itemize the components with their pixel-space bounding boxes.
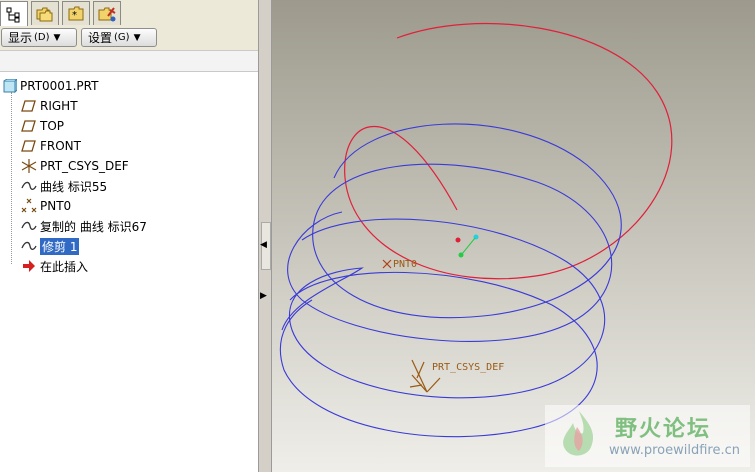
watermark: 野火论坛 www.proewildfire.cn <box>545 405 750 467</box>
navigator-panel: * 显示 (D) ▼ 设置 (G) ▼ PRT0001.PRT RIGHT TO… <box>0 0 260 472</box>
expand-right-icon[interactable]: ▶ <box>260 291 267 301</box>
svg-text:*: * <box>72 10 77 21</box>
tree-item-csys[interactable]: PRT_CSYS_DEF <box>21 157 129 175</box>
datum-plane-icon <box>21 140 36 152</box>
navigator-tab-bar: * <box>0 0 260 27</box>
datum-point-marker[interactable] <box>382 259 392 269</box>
curve-icon <box>21 221 37 231</box>
point-label: PNT0 <box>393 259 417 270</box>
tree-item-front[interactable]: FRONT <box>21 137 81 155</box>
panel-splitter[interactable]: ◀ ▶ <box>258 0 272 472</box>
csys-icon <box>21 159 37 173</box>
tree-connector-line <box>11 92 12 264</box>
red-curve[interactable] <box>344 22 673 280</box>
connections-tab[interactable] <box>93 1 121 25</box>
settings-dropdown-button[interactable]: 设置 (G) ▼ <box>81 28 157 47</box>
tree-item-curve-55[interactable]: 曲线 标识55 <box>21 177 107 195</box>
tree-root-item[interactable]: PRT0001.PRT <box>3 77 98 95</box>
insert-here-arrow-icon <box>23 260 35 272</box>
datum-plane-icon <box>21 100 36 112</box>
settings-button-label: 设置 <box>88 31 113 45</box>
watermark-title: 野火论坛 <box>615 417 712 442</box>
watermark-logo-icon <box>563 411 594 456</box>
favorites-tab-icon: * <box>68 6 84 21</box>
tree-item-pnt0[interactable]: PNT0 <box>21 197 71 215</box>
tree-item-label: 复制的 曲线 标识67 <box>40 219 147 234</box>
tree-toolbar: 显示 (D) ▼ 设置 (G) ▼ <box>0 26 260 50</box>
tree-item-right[interactable]: RIGHT <box>21 97 78 115</box>
tree-filter-bar <box>0 50 260 72</box>
favorites-tab[interactable]: * <box>62 1 90 25</box>
watermark-url: www.proewildfire.cn <box>609 443 740 458</box>
tree-item-label: TOP <box>40 119 65 133</box>
tree-item-label: RIGHT <box>40 99 78 113</box>
connections-tab-icon <box>98 6 116 21</box>
collapse-left-icon[interactable]: ◀ <box>260 240 267 250</box>
datum-point-icon <box>21 198 37 213</box>
tree-item-label: FRONT <box>40 139 81 153</box>
model-geometry[interactable]: PNT0 PRT_CSYS_DEF <box>272 0 755 472</box>
folder-browser-tab[interactable] <box>31 1 59 25</box>
selection-direction-line <box>461 237 476 255</box>
curve-icon <box>21 181 37 191</box>
tree-item-label: PRT_CSYS_DEF <box>40 159 129 173</box>
folder-browser-tab-icon <box>36 7 53 21</box>
tree-item-copied-curve-67[interactable]: 复制的 曲线 标识67 <box>21 217 147 235</box>
csys-label: PRT_CSYS_DEF <box>432 362 504 373</box>
show-button-shortcut: (D) <box>34 32 50 43</box>
part-icon <box>3 79 17 93</box>
graphics-viewport[interactable]: PNT0 PRT_CSYS_DEF <box>272 0 755 472</box>
show-button-label: 显示 <box>8 31 33 45</box>
settings-button-shortcut: (G) <box>114 32 130 43</box>
model-tree-tab-icon <box>6 7 20 22</box>
model-tree-tab[interactable] <box>0 1 28 27</box>
tree-item-label: 曲线 标识55 <box>40 179 108 194</box>
show-dropdown-button[interactable]: 显示 (D) ▼ <box>1 28 77 47</box>
tree-item-label: 在此插入 <box>40 259 89 274</box>
tree-root-label: PRT0001.PRT <box>20 79 99 93</box>
curve-icon <box>21 241 37 251</box>
chevron-down-icon: ▼ <box>133 32 141 43</box>
datum-plane-icon <box>21 120 36 132</box>
tree-item-insert-here[interactable]: 在此插入 <box>21 257 88 275</box>
tree-item-top[interactable]: TOP <box>21 117 64 135</box>
tree-item-trim-1[interactable]: 修剪 1 <box>21 237 80 255</box>
chevron-down-icon: ▼ <box>53 32 61 43</box>
red-endpoint-marker[interactable] <box>455 237 461 243</box>
tree-item-label: PNT0 <box>40 199 72 213</box>
tree-item-label: 修剪 1 <box>40 237 80 255</box>
blue-helix-upper[interactable] <box>287 123 622 342</box>
